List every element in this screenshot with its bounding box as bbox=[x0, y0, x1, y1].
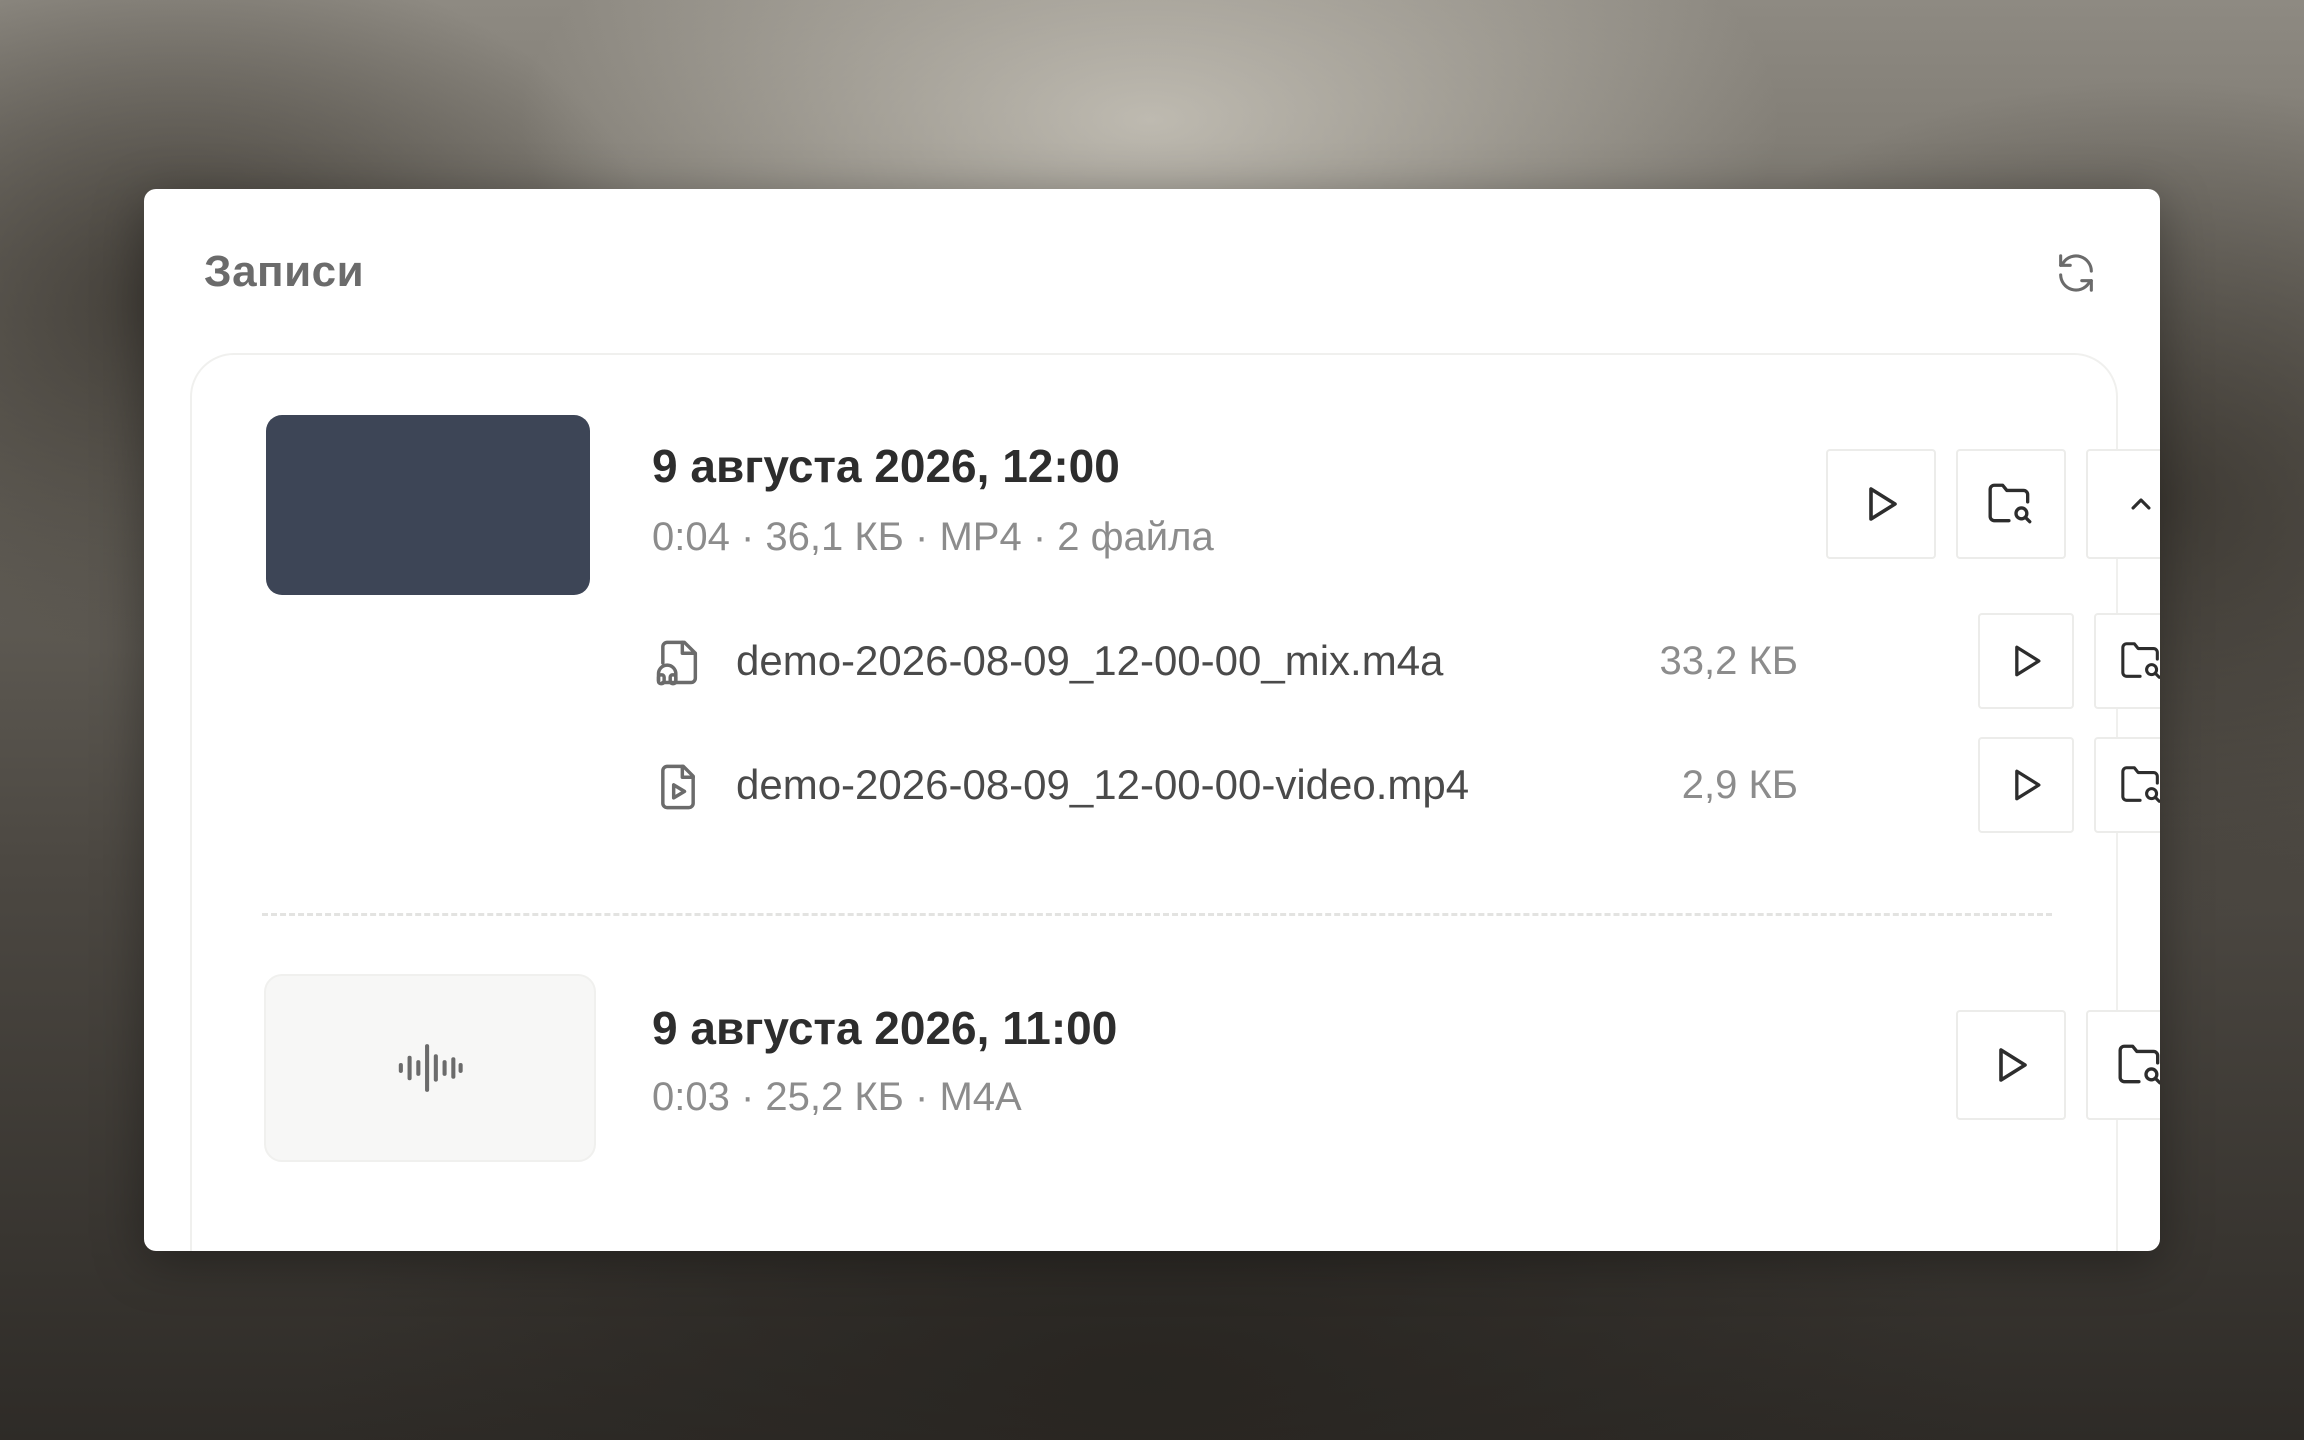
file-play-button[interactable] bbox=[1978, 737, 2074, 833]
recording-title: 9 августа 2026, 11:00 bbox=[652, 1002, 1118, 1054]
file-size: 33,2 КБ bbox=[1659, 639, 1798, 683]
file-name: demo-2026-08-09_12-00-00-video.mp4 bbox=[736, 761, 1470, 808]
refresh-icon bbox=[2059, 254, 2093, 292]
recording-meta: 0:03 · 25,2 КБ · M4A bbox=[652, 1075, 1022, 1119]
folder-search-icon bbox=[2121, 642, 2160, 679]
file-name: demo-2026-08-09_12-00-00_mix.m4a bbox=[736, 637, 1444, 684]
recordings-panel: Записи 9 августа 2026, 12:00 0:04 · 36,1… bbox=[144, 189, 2160, 1251]
show-in-folder-button[interactable] bbox=[2086, 1010, 2160, 1120]
file-size: 2,9 КБ bbox=[1681, 763, 1798, 807]
play-button[interactable] bbox=[1826, 449, 1936, 559]
play-icon bbox=[2015, 769, 2041, 801]
play-icon bbox=[2015, 645, 2041, 677]
recordings-list: 9 августа 2026, 12:00 0:04 · 36,1 КБ · M… bbox=[190, 353, 2160, 1251]
folder-search-icon bbox=[1988, 483, 2032, 524]
divider bbox=[262, 913, 2052, 916]
play-icon bbox=[1999, 1048, 2027, 1082]
recording-meta: 0:04 · 36,1 КБ · MP4 · 2 файла bbox=[652, 515, 1214, 559]
folder-search-icon bbox=[2121, 766, 2160, 803]
recording-title: 9 августа 2026, 12:00 bbox=[652, 440, 1120, 492]
show-in-folder-button[interactable] bbox=[1956, 449, 2066, 559]
play-icon bbox=[1869, 487, 1897, 521]
panel-title: Записи bbox=[204, 247, 365, 296]
video-file-icon bbox=[652, 761, 704, 813]
waveform-icon bbox=[398, 1044, 463, 1092]
audio-thumbnail[interactable] bbox=[264, 974, 596, 1162]
play-button[interactable] bbox=[1956, 1010, 2066, 1120]
file-show-in-folder-button[interactable] bbox=[2094, 737, 2160, 833]
file-show-in-folder-button[interactable] bbox=[2094, 613, 2160, 709]
audio-file-icon bbox=[652, 637, 704, 689]
chevron-up-icon bbox=[2131, 498, 2151, 510]
refresh-button[interactable] bbox=[2052, 249, 2100, 297]
video-thumbnail[interactable] bbox=[266, 415, 590, 595]
file-play-button[interactable] bbox=[1978, 613, 2074, 709]
collapse-button[interactable] bbox=[2086, 449, 2160, 559]
folder-search-icon bbox=[2118, 1044, 2160, 1085]
